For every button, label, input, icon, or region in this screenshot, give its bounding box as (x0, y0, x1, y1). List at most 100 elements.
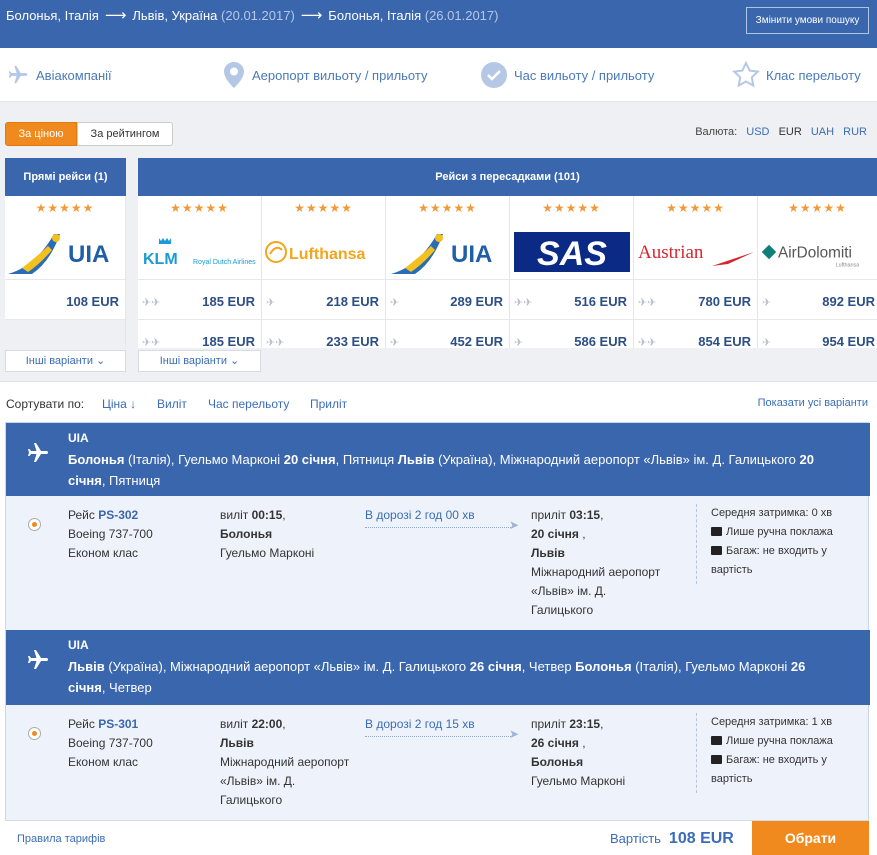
rating-stars: ★★★★★ (788, 201, 847, 215)
change-search-button[interactable]: Змінити умови пошуку (746, 7, 869, 34)
filter-airlines[interactable]: Авіакомпанії (6, 61, 112, 89)
segment-radio[interactable] (28, 727, 41, 740)
transfer-plane-icon: ✈ (514, 337, 524, 349)
select-button[interactable]: Обрати (752, 821, 869, 855)
route-to: Львів, Україна (132, 8, 218, 23)
airline-column-lufthansa[interactable]: ★★★★★ Lufthansa ✈ 218 EUR ✈✈ 233 EUR (262, 196, 386, 349)
svg-text:Royal Dutch Airlines: Royal Dutch Airlines (193, 259, 256, 266)
arrival-info: приліт 03:15, 20 січня , Львів Міжнародн… (531, 508, 661, 617)
show-all-options[interactable]: Показати усі варіанти (758, 397, 868, 409)
arrow-right-icon: ➤ (509, 727, 520, 741)
airline-column-airdolomiti[interactable]: ★★★★★ AirDolomiti Lufthansa ✈ 892 EUR ✈ 954… (758, 196, 877, 348)
klm-price-1[interactable]: ✈✈ 185 EUR (138, 279, 261, 319)
austrian-price-2[interactable]: ✈✈ 854 EUR (634, 319, 757, 359)
uia-price-2[interactable]: ✈ 452 EUR (386, 319, 509, 359)
currency-label: Валюта: (695, 126, 738, 138)
filter-airport[interactable]: Аеропорт вильоту / прильоту (222, 61, 427, 89)
result-card: UIA Болонья (Італія), Гуельмо Марконі 20… (5, 422, 870, 854)
transfer-plane-icon: ✈✈ (638, 297, 657, 309)
svg-text:KLM: KLM (143, 251, 178, 268)
svg-text:Austrian: Austrian (638, 242, 704, 263)
filter-time[interactable]: Час вильоту / прильоту (480, 61, 654, 89)
airdolomiti-price-2[interactable]: ✈ 954 EUR (758, 319, 877, 348)
lufthansa-logo: Lufthansa (262, 224, 385, 279)
direct-price-1[interactable]: 108 EUR (5, 279, 125, 319)
svg-text:Lufthansa: Lufthansa (289, 246, 366, 263)
segment-details-return: Рейс PS-301 Boeing 737-700 Економ клас в… (6, 705, 870, 820)
transfer-plane-icon: ✈✈ (142, 337, 161, 349)
arrow-right-icon: ⟶ (104, 7, 127, 24)
currency-selector: Валюта: USD EUR UAH RUR (695, 126, 867, 138)
svg-text:SAS: SAS (537, 235, 607, 273)
segment-header-return: UIA Львів (Україна), Міжнародний аеропор… (6, 630, 870, 705)
segment-route: Львів (Україна), Міжнародний аеропорт «Л… (68, 659, 806, 695)
airdolomiti-logo: AirDolomiti Lufthansa (758, 224, 877, 279)
airline-column-direct-uia[interactable]: ★★★★★ UIA 108 EUR (5, 196, 126, 346)
duration: В дорозі 2 год 00 хв (365, 508, 475, 522)
duration: В дорозі 2 год 15 хв (365, 717, 475, 731)
route-from: Болонья, Італія (6, 8, 99, 23)
airline-column-sas[interactable]: ★★★★★ SAS ✈✈ 516 EUR ✈ 586 EUR (510, 196, 634, 349)
sort-departure[interactable]: Виліт (157, 397, 187, 411)
segment-route: Болонья (Італія), Гуельмо Марконі 20 січ… (68, 452, 814, 488)
lufthansa-price-2[interactable]: ✈✈ 233 EUR (262, 319, 385, 359)
star-icon (732, 61, 760, 88)
sort-by-price-toggle[interactable]: За ціною (5, 122, 77, 146)
filter-class-label: Клас перельоту (766, 67, 861, 83)
currency-uah[interactable]: UAH (811, 126, 834, 138)
lufthansa-price-1[interactable]: ✈ 218 EUR (262, 279, 385, 319)
filter-time-label: Час вильоту / прильоту (514, 67, 655, 83)
baggage-info: Середня затримка: 1 хв Лише ручна поклаж… (696, 713, 856, 793)
hand-luggage-icon (711, 736, 722, 745)
rating-stars: ★★★★★ (666, 201, 725, 215)
sort-label: Сортувати по: (6, 397, 85, 411)
hand-luggage-icon (711, 527, 722, 536)
direct-flights-header: Прямі рейси (1) (5, 158, 126, 196)
baggage-info: Середня затримка: 0 хв Лише ручна поклаж… (696, 504, 856, 584)
sort-by-rating-toggle[interactable]: За рейтингом (77, 122, 173, 146)
sort-price[interactable]: Ціна ↓ (102, 397, 136, 411)
filter-airlines-label: Авіакомпанії (36, 67, 112, 83)
sort-arrival[interactable]: Приліт (310, 397, 347, 411)
segment-details-outbound: Рейс PS-302 Boeing 737-700 Економ клас в… (6, 496, 870, 630)
uia-logo: UIA (386, 224, 509, 279)
austrian-price-1[interactable]: ✈✈ 780 EUR (634, 279, 757, 319)
baggage-icon (711, 546, 722, 555)
airdolomiti-price-1[interactable]: ✈ 892 EUR (758, 279, 877, 319)
plane-icon (8, 65, 28, 84)
segment-radio[interactable] (28, 518, 41, 531)
sas-price-1[interactable]: ✈✈ 516 EUR (510, 279, 633, 319)
direct-more-options[interactable]: Інші варіанти ⌄ (5, 350, 126, 372)
transfer-plane-icon: ✈ (390, 337, 400, 349)
currency-rur[interactable]: RUR (843, 126, 867, 138)
svg-text:Lufthansa: Lufthansa (836, 262, 860, 268)
route-return: Болонья, Італія (328, 8, 422, 23)
fare-rules-link[interactable]: Правила тарифів (17, 833, 105, 845)
austrian-logo: Austrian (634, 224, 757, 279)
route-date-return: (26.01.2017) (424, 8, 499, 23)
uia-price-1[interactable]: ✈ 289 EUR (386, 279, 509, 319)
transfer-plane-icon: ✈✈ (266, 337, 285, 349)
airline-column-klm[interactable]: ★★★★★ KLM Royal Dutch Airlines ✈✈ 185 EUR … (138, 196, 262, 349)
airline-column-austrian[interactable]: ★★★★★ Austrian ✈✈ 780 EUR ✈✈ 854 EUR (634, 196, 758, 349)
currency-eur[interactable]: EUR (779, 126, 802, 138)
transfer-plane-icon: ✈✈ (638, 337, 657, 349)
segment-airline: UIA (68, 638, 89, 652)
segment-header-outbound: UIA Болонья (Італія), Гуельмо Марконі 20… (6, 423, 870, 496)
airline-column-uia[interactable]: ★★★★★ UIA ✈ 289 EUR ✈ 452 EUR (386, 196, 510, 349)
sort-duration[interactable]: Час перельоту (208, 397, 289, 411)
search-header: Болонья, Італія ⟶ Львів, Україна (20.01.20… (0, 0, 877, 48)
filter-bar: Авіакомпанії Аеропорт вильоту / прильоту… (0, 48, 877, 102)
transfer-more-options[interactable]: Інші варіанти ⌄ (138, 350, 261, 372)
sort-bar: Сортувати по: Ціна ↓ Виліт Час перельоту… (0, 383, 877, 423)
rating-stars: ★★★★★ (35, 201, 95, 215)
location-pin-icon (224, 62, 244, 88)
klm-logo: KLM Royal Dutch Airlines (138, 224, 261, 279)
flight-info: Рейс PS-302 Boeing 737-700 Економ клас (68, 508, 153, 560)
currency-usd[interactable]: USD (746, 126, 769, 138)
arrival-info: приліт 23:15, 26 січня , Болонья Гуельмо… (531, 717, 626, 788)
filter-class[interactable]: Клас перельоту (732, 61, 861, 89)
sas-price-2[interactable]: ✈ 586 EUR (510, 319, 633, 359)
arrow-right-icon: ⟶ (300, 7, 323, 24)
chevron-down-icon: ⌄ (96, 355, 106, 367)
